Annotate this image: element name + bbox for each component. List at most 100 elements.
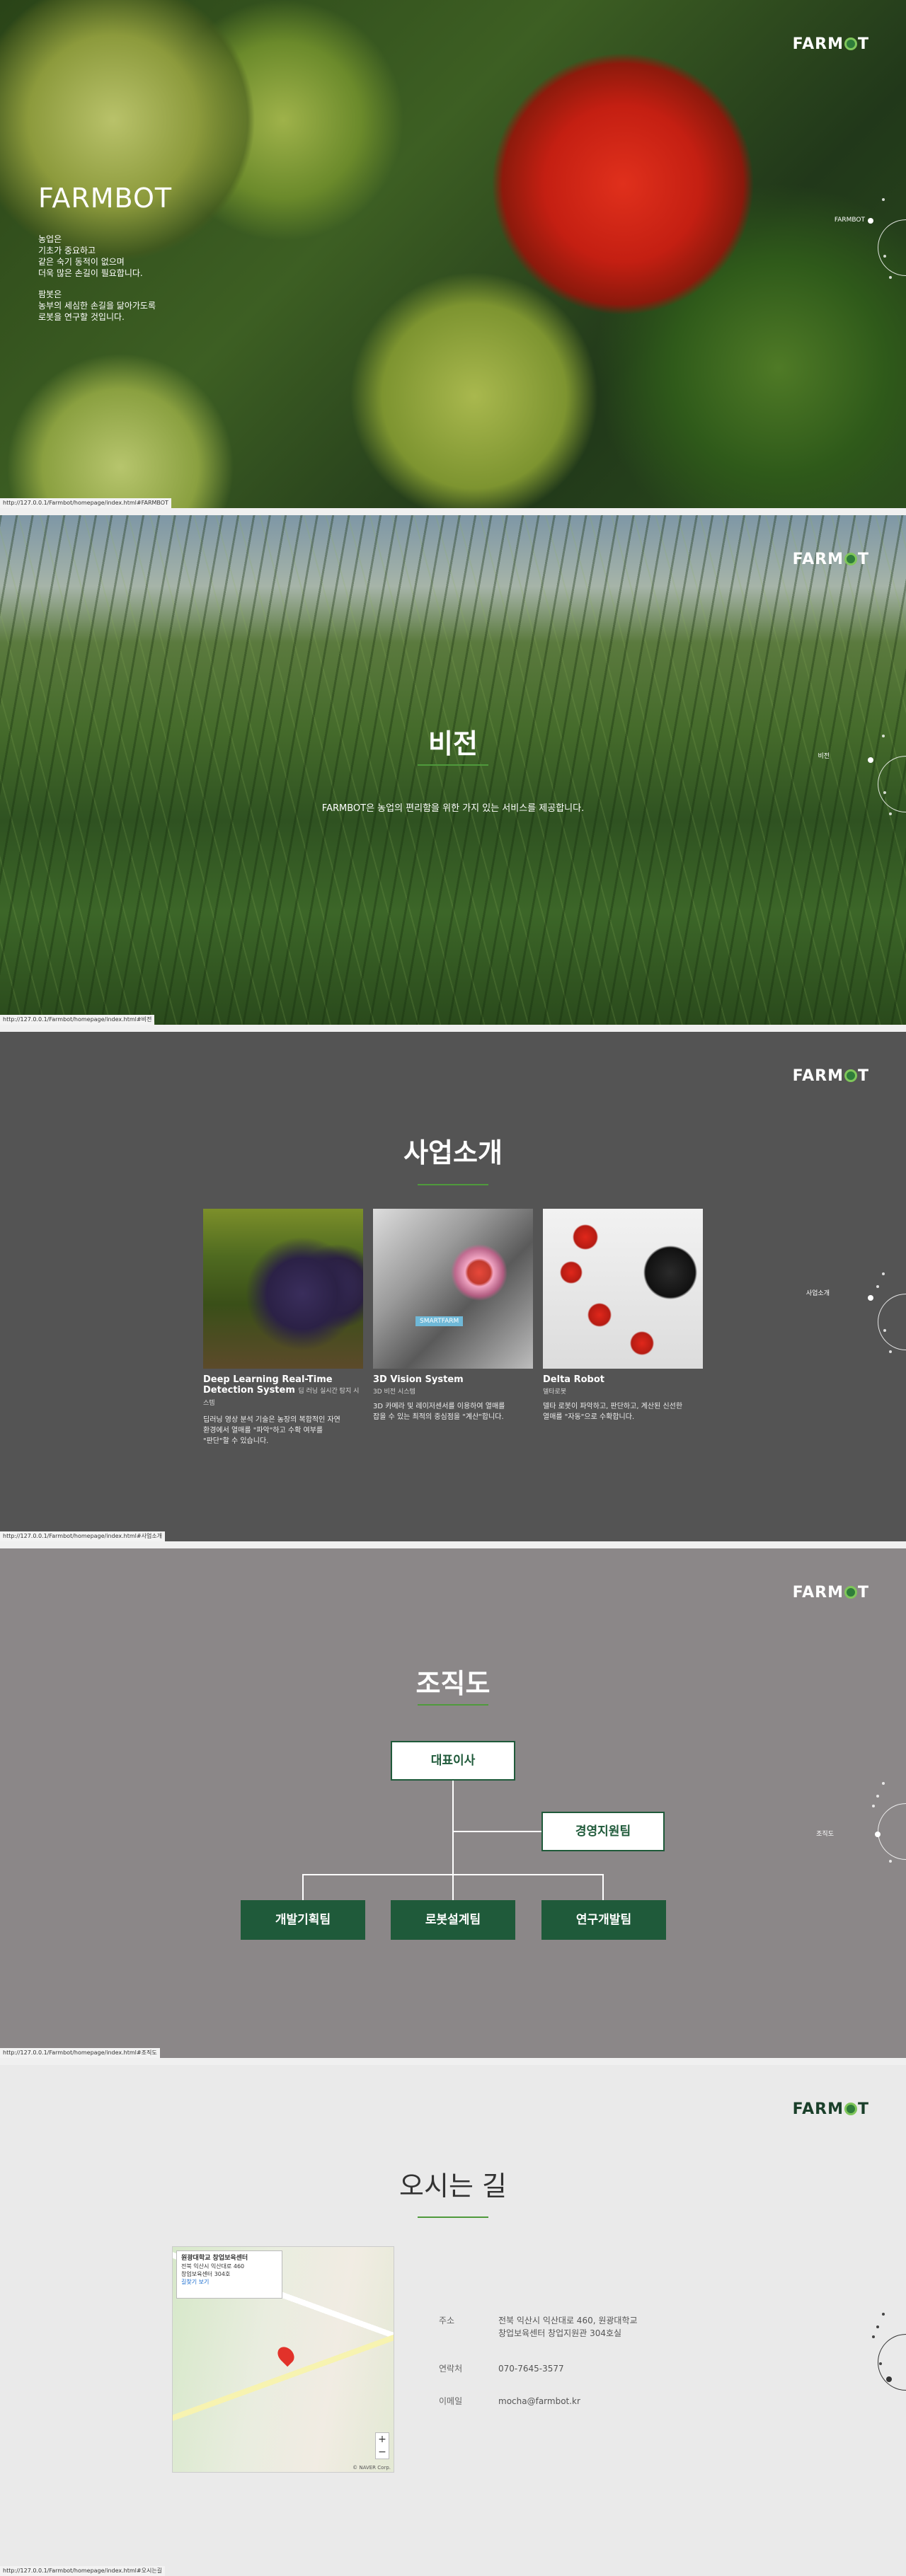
nav-dot[interactable] <box>872 1805 875 1807</box>
org-team-box: 연구개발팀 <box>541 1900 666 1940</box>
hero-line: 팜봇은 <box>38 289 62 299</box>
nav-dot-active[interactable] <box>868 218 873 224</box>
org-support-box: 경영지원팀 <box>541 1812 665 1851</box>
divider <box>0 2058 906 2065</box>
nav-dot[interactable] <box>882 735 885 737</box>
card-title-line: Deep Learning Real-Time <box>203 1374 333 1385</box>
org-connector <box>602 1874 604 1900</box>
nav-dot-active[interactable] <box>875 1832 881 1837</box>
nav-dot[interactable] <box>889 1860 892 1863</box>
card-desc: 델타 로봇이 파악하고, 판단하고, 계산된 신선한열매를 "자동"으로 수확합… <box>543 1401 703 1422</box>
org-team-box: 개발기획팀 <box>241 1900 365 1940</box>
divider <box>0 1541 906 1548</box>
nav-label: 비전 <box>818 753 830 760</box>
org-connector <box>454 1831 541 1832</box>
card-desc: 3D 카메라 및 레이저센서를 이용하여 열매를잡을 수 있는 최적의 중심점을… <box>373 1401 533 1422</box>
hero-line: 더욱 많은 손길이 필요합니다. <box>38 268 143 278</box>
logo[interactable]: FARM T <box>793 1067 869 1085</box>
email-value[interactable]: mocha@farmbot.kr <box>498 2395 711 2408</box>
wheat-background <box>0 515 906 1025</box>
card-title: Delta Robot <box>543 1374 604 1385</box>
map-pin-icon[interactable] <box>274 2343 298 2367</box>
nav-label: 조직도 <box>816 1831 834 1838</box>
nav-dot-active[interactable] <box>868 1295 873 1301</box>
smartfarm-tag: SMARTFARM <box>415 1316 464 1326</box>
card-title: 3D Vision System <box>373 1374 464 1385</box>
org-title: 조직도 <box>415 1668 491 1699</box>
email-label: 이메일 <box>439 2396 463 2406</box>
nav-dot[interactable] <box>883 255 886 258</box>
nav-dot[interactable] <box>883 791 886 794</box>
address-line: 창업보육센터 창업지원관 304호실 <box>498 2328 622 2338</box>
nav-dot-active[interactable] <box>868 757 873 763</box>
nav-dot[interactable] <box>889 812 892 815</box>
title-underline <box>418 2216 488 2218</box>
org-connector <box>302 1874 304 1900</box>
nav-dot[interactable] <box>889 1350 892 1353</box>
nav-dot-active[interactable] <box>886 2376 892 2382</box>
address-line: 전북 익산시 익산대로 460, 원광대학교 <box>498 2316 638 2325</box>
phone-label: 연락처 <box>439 2364 463 2374</box>
vision-system-image: SMARTFARM <box>373 1209 533 1369</box>
logo[interactable]: FARM T <box>793 551 869 568</box>
logo[interactable]: FARM T <box>793 1584 869 1602</box>
nav-dot[interactable] <box>882 2313 885 2316</box>
side-nav <box>864 170 906 311</box>
zoom-control: + − <box>375 2432 389 2459</box>
directions-link[interactable]: 길찾기 보기 <box>181 2279 209 2285</box>
nav-dot[interactable] <box>876 2325 879 2328</box>
side-nav <box>864 706 906 848</box>
zoom-out-button[interactable]: − <box>376 2446 389 2459</box>
hero-copy: 농업은기초가 중요하고같은 숙기 동적이 없으며 더욱 많은 손길이 필요합니다.… <box>38 234 156 333</box>
nav-dot[interactable] <box>879 2362 882 2365</box>
logo[interactable]: FARM T <box>793 35 869 53</box>
nav-dot[interactable] <box>876 1285 879 1288</box>
map[interactable]: 원광대학교 창업보육센터 전북 익산시 익산대로 460 창업보육센터 304호… <box>172 2246 394 2473</box>
logo-leaf-icon <box>844 38 857 50</box>
card-subtitle: 델타로봇 <box>543 1388 567 1396</box>
business-card[interactable]: SMARTFARM 3D Vision System 3D 비전 시스템 3D … <box>373 1209 533 1422</box>
nav-arc <box>878 2334 906 2391</box>
title-underline <box>418 1184 488 1185</box>
desc-line: 델타 로봇이 파악하고, 판단하고, 계산된 신선한 <box>543 1403 683 1410</box>
vision-subtitle: FARMBOT은 농업의 편리함을 위한 가지 있는 서비스를 제공합니다. <box>321 803 585 814</box>
desc-line: 열매를 "자동"으로 수확합니다. <box>543 1413 635 1421</box>
nav-dot[interactable] <box>882 198 885 201</box>
desc-line: 3D 카메라 및 레이저센서를 이용하여 열매를 <box>373 1403 505 1410</box>
business-card[interactable]: Deep Learning Real-Time Detection System … <box>203 1209 363 1447</box>
desc-line: 딥러닝 영상 분석 기술은 농장의 복합적인 자연 <box>203 1416 340 1424</box>
desc-line: 잡을 수 있는 최적의 중심점을 "계산"합니다. <box>373 1413 504 1421</box>
nav-arc <box>878 219 906 276</box>
nav-dot[interactable] <box>872 2335 875 2338</box>
org-connector <box>302 1874 604 1875</box>
logo-leaf-icon <box>844 553 857 565</box>
hero-line: 기초가 중요하고 <box>38 246 96 255</box>
hero-line: 로봇을 연구할 것입니다. <box>38 312 125 322</box>
map-popup: 원광대학교 창업보육센터 전북 익산시 익산대로 460 창업보육센터 304호… <box>176 2250 282 2299</box>
grape-detection-image <box>203 1209 363 1369</box>
status-url: http://127.0.0.1/Farmbot/homepage/index.… <box>0 2048 160 2058</box>
business-card[interactable]: Delta Robot 델타로봇 델타 로봇이 파악하고, 판단하고, 계산된 … <box>543 1209 703 1422</box>
vision-section: FARM T 비전 FARMBOT은 농업의 편리함을 위한 가지 있는 서비스를… <box>0 515 906 1025</box>
status-url: http://127.0.0.1/Farmbot/homepage/index.… <box>0 2566 166 2576</box>
nav-dot[interactable] <box>882 1782 885 1785</box>
status-url: http://127.0.0.1/Farmbot/homepage/index.… <box>0 1531 166 1541</box>
nav-dot[interactable] <box>876 1795 879 1798</box>
nav-dot[interactable] <box>883 1329 886 1332</box>
hero-line: 농업은 <box>38 234 62 244</box>
business-title: 사업소개 <box>403 1137 503 1168</box>
side-nav <box>864 1754 906 1895</box>
nav-arc <box>878 756 906 812</box>
divider <box>0 508 906 515</box>
zoom-in-button[interactable]: + <box>376 2433 389 2446</box>
nav-dot[interactable] <box>889 276 892 279</box>
logo[interactable]: FARM T <box>793 2100 869 2118</box>
title-underline <box>418 764 488 766</box>
hero-line: 농부의 세심한 손길을 닮아가도록 <box>38 301 156 311</box>
card-title-line: Detection System <box>203 1385 295 1396</box>
nav-dot[interactable] <box>882 1272 885 1275</box>
phone-value[interactable]: 070-7645-3577 <box>498 2362 711 2375</box>
location-title: 오시는 길 <box>399 2170 507 2202</box>
desc-line: 환경에서 열매를 "파악"하고 수확 여부를 <box>203 1427 323 1434</box>
hero-line: 같은 숙기 동적이 없으며 <box>38 257 125 267</box>
